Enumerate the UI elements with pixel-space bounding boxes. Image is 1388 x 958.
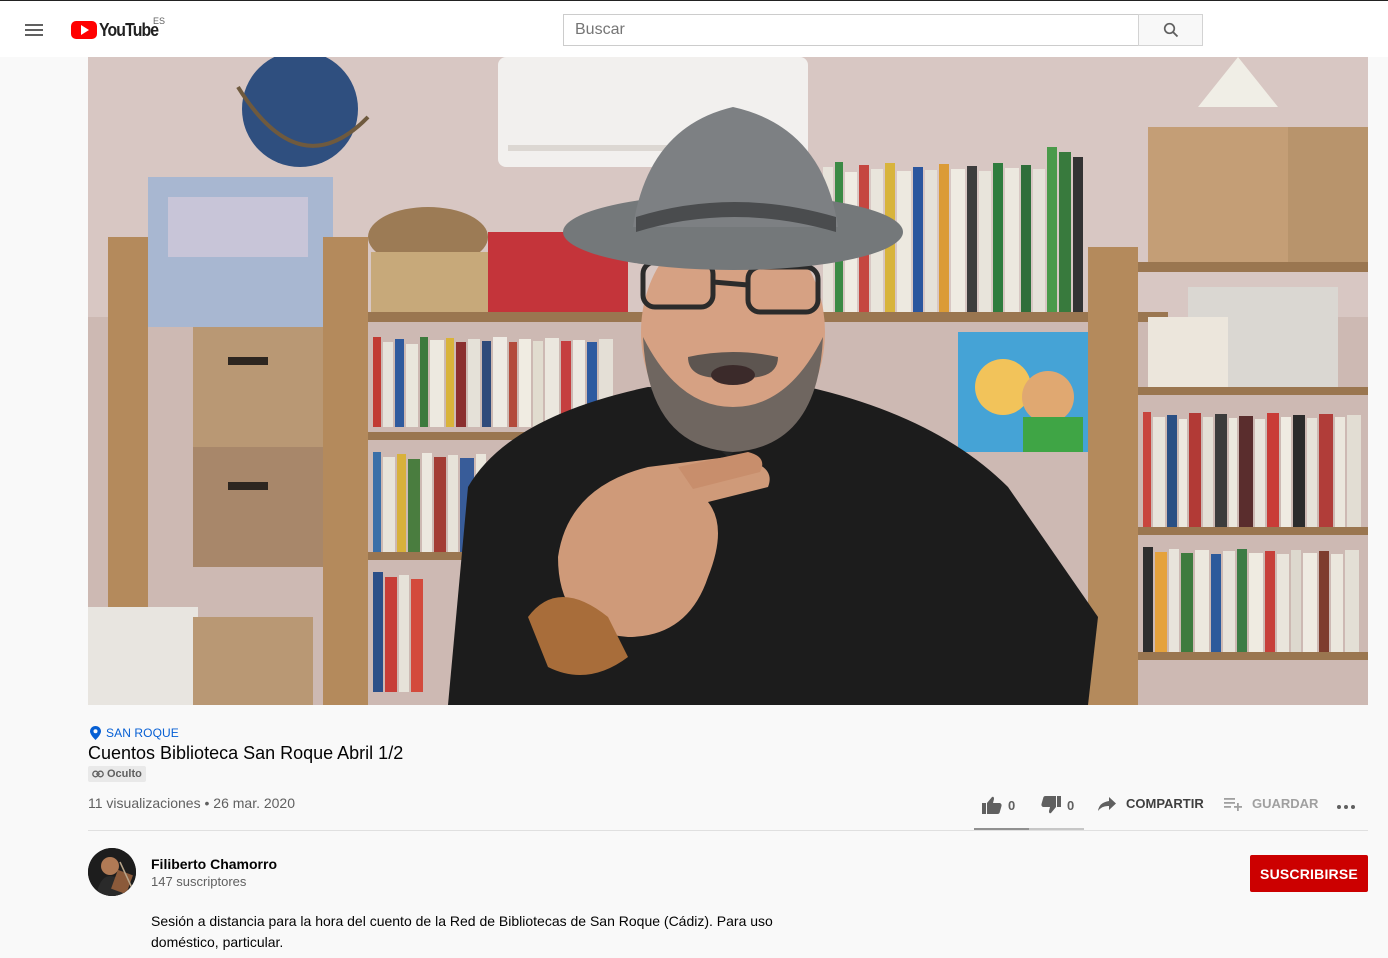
divider [88, 830, 1368, 831]
dislike-button[interactable]: 0 [1041, 796, 1074, 814]
location-link[interactable]: SAN ROQUE [90, 726, 179, 740]
more-horizontal-icon [1337, 805, 1355, 809]
video-player[interactable] [88, 57, 1368, 705]
thumbs-down-icon [1041, 796, 1061, 814]
video-frame [88, 57, 1368, 705]
share-button[interactable]: COMPARTIR [1098, 796, 1204, 811]
playlist-add-icon [1224, 797, 1242, 811]
search-input[interactable] [563, 14, 1139, 46]
save-label: GUARDAR [1252, 796, 1319, 811]
privacy-badge: Oculto [88, 766, 146, 782]
like-button[interactable]: 0 [982, 796, 1015, 814]
video-description: Sesión a distancia para la hora del cuen… [151, 911, 791, 953]
share-label: COMPARTIR [1126, 796, 1204, 811]
share-arrow-icon [1098, 796, 1116, 811]
thumbs-up-icon [982, 796, 1002, 814]
save-button[interactable]: GUARDAR [1224, 796, 1318, 811]
storage-box [1148, 127, 1288, 262]
location-pin-icon [90, 726, 101, 740]
view-count: 11 visualizaciones [88, 795, 201, 811]
link-icon [92, 770, 104, 778]
location-label: SAN ROQUE [106, 726, 179, 740]
video-title: Cuentos Biblioteca San Roque Abril 1/2 [88, 743, 404, 763]
channel-avatar[interactable] [88, 848, 136, 896]
like-count: 0 [1008, 797, 1016, 813]
logo-text: YouTube [99, 19, 159, 40]
top-bar: YouTube ES [0, 0, 1388, 57]
more-actions-button[interactable] [1336, 796, 1356, 814]
youtube-play-icon [71, 21, 97, 39]
description-line: doméstico, particular. [151, 934, 284, 950]
search-button[interactable] [1138, 14, 1203, 46]
storage-box [193, 327, 323, 447]
channel-name[interactable]: Filiberto Chamorro [151, 856, 277, 872]
publish-date: 26 mar. 2020 [213, 795, 296, 811]
avatar-image [88, 848, 136, 896]
dislike-count: 0 [1067, 797, 1075, 813]
meta-separator: • [204, 795, 210, 811]
region-code: ES [153, 16, 166, 26]
subscribe-button[interactable]: SUSCRIBIRSE [1250, 855, 1368, 892]
description-line: Sesión a distancia para la hora del cuen… [151, 913, 773, 929]
video-metadata: 11 visualizaciones • 26 mar. 2020 [88, 795, 295, 811]
menu-icon[interactable] [22, 19, 48, 41]
subscriber-count: 147 suscriptores [151, 874, 247, 889]
youtube-logo[interactable]: YouTube ES [71, 16, 166, 42]
search-icon [1163, 22, 1178, 38]
privacy-label: Oculto [107, 768, 142, 780]
